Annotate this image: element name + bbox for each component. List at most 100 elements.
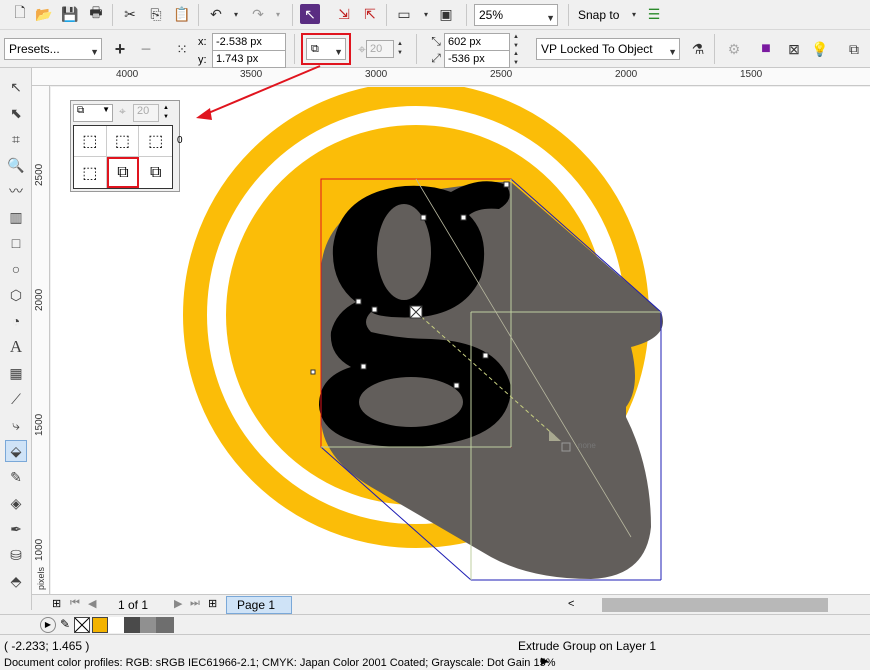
cut-icon[interactable]: ✂ — [120, 4, 140, 24]
export-icon[interactable]: ⇱ — [360, 4, 380, 24]
zoom-level-dropdown[interactable]: 25% ▼ — [474, 4, 558, 26]
extrusion-lighting-icon[interactable]: 💡 — [810, 39, 830, 59]
flyout-depth-spinner[interactable]: ▲ ▼ — [161, 104, 171, 122]
swatch-gray[interactable] — [140, 617, 156, 633]
depth-field[interactable]: 20 — [366, 40, 394, 58]
add-page-after-icon[interactable]: ⊞ — [208, 597, 217, 610]
copy-extrusion-icon[interactable]: ⧉ — [844, 39, 864, 59]
scroll-left-icon[interactable]: < — [568, 598, 574, 610]
swatch-yellow[interactable] — [92, 617, 108, 633]
back-parallel-extrusion-icon[interactable]: ⧉ — [106, 157, 140, 188]
page-count: 1 of 1 — [118, 598, 149, 612]
previous-page-icon[interactable]: ◀ — [88, 597, 96, 610]
small-back-extrusion-icon[interactable]: ⬚ — [74, 126, 107, 157]
separator — [466, 4, 467, 26]
snap-to-dropdown-icon[interactable]: ▾ — [624, 4, 644, 24]
search-content-icon[interactable]: ↖ — [300, 4, 320, 24]
extrude-rotation-icon[interactable]: ⚙ — [724, 39, 744, 59]
swatch-dark-gray[interactable] — [124, 617, 140, 633]
zoom-tool-icon[interactable]: 🔍 — [5, 154, 27, 176]
rectangle-tool-icon[interactable]: □ — [5, 232, 27, 254]
options-icon[interactable]: ☰ — [644, 4, 664, 24]
basic-shapes-tool-icon[interactable]: ◔ — [5, 310, 27, 332]
extrusion-type-grid: ⬚ ⬚ ⬚ ⬚ ⧉ ⧉ — [73, 125, 173, 189]
print-icon[interactable]: 🖶 — [86, 4, 106, 24]
x-position-field[interactable]: -2.538 px — [212, 33, 286, 51]
application-launcher-icon[interactable]: ▭ — [394, 4, 414, 24]
extrude-tool-icon[interactable]: ⬙ — [5, 440, 27, 462]
ruler-label: 3500 — [240, 69, 263, 80]
new-document-icon[interactable]: 🗋 — [10, 4, 30, 24]
paste-icon[interactable]: 📋 — [172, 4, 192, 24]
copy-vp-icon[interactable]: ⚗ — [688, 39, 708, 59]
small-front-extrusion-icon[interactable]: ⬚ — [106, 126, 140, 157]
y-position-field[interactable]: 1.743 px — [212, 50, 286, 68]
undo-icon[interactable]: ↶ — [206, 4, 226, 24]
palette-play-icon[interactable]: ▶ — [40, 617, 56, 633]
big-back-extrusion-icon[interactable]: ⬚ — [139, 126, 172, 157]
connector-tool-icon[interactable]: ⤷ — [5, 414, 27, 436]
interactive-fill-tool-icon[interactable]: ◈ — [5, 492, 27, 514]
shape-tool-icon[interactable]: ⬉ — [5, 102, 27, 124]
last-page-icon[interactable]: ⏭ — [190, 597, 200, 610]
separator — [568, 4, 569, 26]
no-color-swatch[interactable] — [74, 617, 90, 633]
launcher-dropdown-icon[interactable]: ▾ — [416, 4, 436, 24]
ruler-label: 2000 — [34, 288, 45, 311]
presets-dropdown[interactable]: Presets... ▼ — [4, 38, 102, 60]
add-preset-icon[interactable]: + — [110, 39, 130, 59]
extrusion-bevels-icon[interactable]: ⊠ — [784, 39, 804, 59]
front-parallel-extrusion-icon[interactable]: ⧉ — [139, 157, 172, 188]
swatch-white[interactable] — [108, 617, 124, 633]
outline-pen-tool-icon[interactable]: ✒ — [5, 518, 27, 540]
table-tool-icon[interactable]: ▦ — [5, 362, 27, 384]
crop-tool-icon[interactable]: ⌗ — [5, 128, 27, 150]
extrusion-color-icon[interactable]: ■ — [756, 39, 776, 59]
expand-arrow-icon[interactable]: ▶ — [541, 656, 549, 667]
undo-dropdown-icon[interactable]: ▾ — [226, 4, 246, 24]
vp-y-field[interactable]: -536 px — [444, 50, 510, 68]
vanishing-point-y-icon: ⤢ — [431, 50, 441, 65]
color-profiles-text[interactable]: Document color profiles: RGB: sRGB IEC61… — [4, 657, 555, 669]
color-eyedropper-tool-icon[interactable]: ✎ — [5, 466, 27, 488]
next-page-icon[interactable]: ▶ — [174, 597, 182, 610]
vp-x-field[interactable]: 602 px — [444, 33, 510, 51]
open-icon[interactable]: 📂 — [34, 4, 54, 24]
vp-x-spinner[interactable]: ▲ ▼ — [511, 33, 521, 51]
remove-preset-icon[interactable]: − — [136, 39, 156, 59]
horizontal-ruler[interactable]: 4000 3500 3000 2500 2000 1500 — [32, 68, 870, 86]
snap-to-button[interactable]: Snap to — [578, 8, 619, 22]
freehand-tool-icon[interactable]: 〰 — [5, 180, 27, 202]
redo-icon[interactable]: ↷ — [248, 4, 268, 24]
object-origin-icon[interactable]: ⁙ — [172, 39, 192, 59]
full-screen-preview-icon[interactable]: ▣ — [436, 4, 456, 24]
extrusion-type-dropdown[interactable]: ⧉ ▼ — [306, 38, 346, 60]
smart-fill-icon[interactable]: ⬘ — [5, 570, 27, 592]
smart-fill-tool-icon[interactable]: ▥ — [5, 206, 27, 228]
first-page-icon[interactable]: ⏮ — [70, 597, 80, 610]
eyedropper-icon[interactable]: ✎ — [60, 617, 70, 631]
vanishing-point-mode-dropdown[interactable]: VP Locked To Object ▼ — [536, 38, 680, 60]
fill-bucket-tool-icon[interactable]: ⛁ — [5, 544, 27, 566]
depth-spinner[interactable]: ▲ ▼ — [395, 40, 405, 58]
import-icon[interactable]: ⇲ — [334, 4, 354, 24]
pick-tool-icon[interactable]: ↖ — [5, 76, 27, 98]
redo-dropdown-icon[interactable]: ▾ — [268, 4, 288, 24]
copy-icon[interactable]: ⎘ — [146, 4, 166, 24]
flyout-type-dropdown[interactable]: ⧉ ▼ — [73, 104, 113, 122]
save-icon[interactable]: 💾 — [60, 4, 80, 24]
swatch-mid-gray[interactable] — [156, 617, 174, 633]
dimension-tool-icon[interactable]: ⟋ — [5, 388, 27, 410]
ellipse-tool-icon[interactable]: ○ — [5, 258, 27, 280]
page-tab[interactable]: Page 1 — [226, 596, 292, 614]
vertical-ruler[interactable]: 2500 2000 1500 1000 pixels — [32, 86, 50, 594]
ruler-label: 1500 — [740, 69, 763, 80]
flyout-depth-field[interactable]: 20 — [133, 104, 159, 122]
horizontal-scrollbar-thumb[interactable] — [602, 598, 828, 612]
add-page-before-icon[interactable]: ⊞ — [52, 597, 61, 610]
big-front-extrusion-icon[interactable]: ⬚ — [74, 157, 107, 188]
polygon-tool-icon[interactable]: ⬡ — [5, 284, 27, 306]
vp-y-spinner[interactable]: ▲ ▼ — [511, 50, 521, 68]
text-tool-icon[interactable]: A — [5, 336, 27, 358]
ruler-label: 1500 — [34, 413, 45, 436]
